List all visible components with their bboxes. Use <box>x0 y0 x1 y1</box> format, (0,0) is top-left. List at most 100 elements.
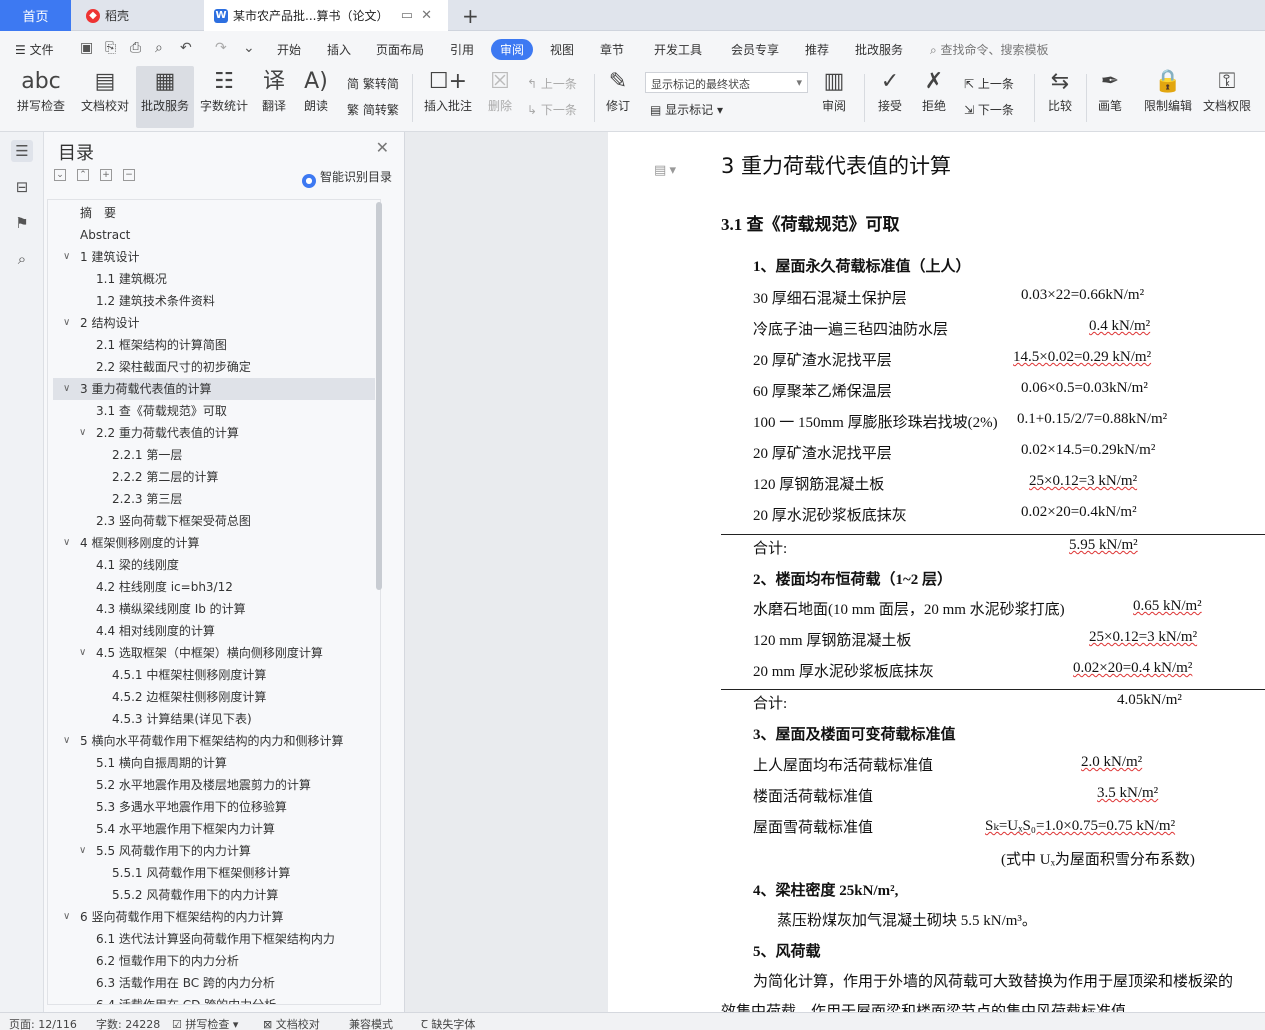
menu-recommend[interactable]: 推荐 <box>805 41 829 58</box>
toc-item[interactable]: 3.1 查《荷载规范》可取 <box>53 400 375 422</box>
status-doc-proof[interactable]: ⊠ 文档校对 <box>263 1016 320 1030</box>
toc-item[interactable]: 2.3 竖向荷载下框架受荷总图 <box>53 510 375 532</box>
menu-insert[interactable]: 插入 <box>327 41 351 58</box>
toc-item[interactable]: 6.1 迭代法计算竖向荷载作用下框架结构内力 <box>53 928 375 950</box>
toc-item[interactable]: Abstract <box>53 224 375 246</box>
redo-icon[interactable]: ↷ <box>215 40 227 56</box>
toc-item[interactable]: 1.2 建筑技术条件资料 <box>53 290 375 312</box>
doc-permission-button[interactable]: ⚿ 文档权限 <box>1200 66 1254 128</box>
smart-toc-button[interactable]: ● 智能识别目录 <box>302 168 392 188</box>
accept-button[interactable]: ✓ 接受 <box>870 66 910 128</box>
chevron-down-icon[interactable]: ∨ <box>63 730 70 752</box>
delete-comment-button[interactable]: ☒ 删除 <box>480 66 520 128</box>
next-comment-button[interactable]: ↳ 下一条 <box>527 101 577 118</box>
menu-correction[interactable]: 批改服务 <box>855 41 903 58</box>
bookmark-icon[interactable]: ⚑ <box>11 212 33 234</box>
close-icon[interactable]: ✕ <box>376 138 389 157</box>
prev-comment-button[interactable]: ↰ 上一条 <box>527 75 577 92</box>
undo-icon[interactable]: ↶ <box>180 40 192 56</box>
menu-member[interactable]: 会员专享 <box>731 41 779 58</box>
close-icon[interactable]: ✕ <box>421 8 440 23</box>
markup-state-select[interactable]: 显示标记的最终状态 ▾ <box>645 72 808 93</box>
export-icon[interactable]: ⎘ <box>105 40 116 56</box>
toc-item[interactable]: ∨ 2.2 重力荷载代表值的计算 <box>53 422 375 444</box>
preview-icon[interactable]: ⌕ <box>155 40 163 56</box>
toc-item[interactable]: ∨ 2 结构设计 <box>53 312 375 334</box>
word-count-indicator[interactable]: 字数: 24228 <box>96 1016 160 1030</box>
command-search[interactable]: ⌕ 查找命令、搜索模板 <box>930 41 1049 58</box>
toc-item[interactable]: 摘 要 <box>53 202 375 224</box>
toc-item[interactable]: ∨ 4 框架侧移刚度的计算 <box>53 532 375 554</box>
chevron-down-icon[interactable]: ∨ <box>63 246 70 268</box>
toc-item[interactable]: ∨ 6 竖向荷载作用下框架结构的内力计算 <box>53 906 375 928</box>
toc-item[interactable]: ∨ 5 横向水平荷载作用下框架结构的内力和侧移计算 <box>53 730 375 752</box>
page-tools-icon[interactable]: ▤ ▾ <box>654 162 676 178</box>
tab-daoke[interactable]: ◆ 稻壳 <box>76 0 198 31</box>
menu-dev-tools[interactable]: 开发工具 <box>654 41 702 58</box>
track-changes-button[interactable]: ✎ 修订 <box>600 66 636 128</box>
toc-item[interactable]: ∨ 5.5 风荷载作用下的内力计算 <box>53 840 375 862</box>
doc-proof-button[interactable]: ▤ 文档校对 <box>78 66 132 128</box>
page-indicator[interactable]: 页面: 12/116 <box>9 1016 77 1030</box>
toc-item[interactable]: 6.2 恒载作用下的内力分析 <box>53 950 375 972</box>
toc-item[interactable]: ∨ 1 建筑设计 <box>53 246 375 268</box>
tab-document[interactable]: W 某市农产品批...算书（论文） ▭✕ <box>204 0 448 31</box>
prev-change-button[interactable]: ⇱ 上一条 <box>964 75 1014 92</box>
add-heading-icon[interactable]: + <box>100 169 112 181</box>
toc-scrollbar[interactable] <box>376 202 382 590</box>
restrict-editing-button[interactable]: 🔒 限制编辑 <box>1140 66 1196 128</box>
new-tab-button[interactable]: + <box>462 4 479 28</box>
document-page[interactable]: ▤ ▾ 3 重力荷载代表值的计算 3.1 查《荷载规范》可取 1、屋面永久荷载标… <box>608 132 1265 1020</box>
simp-to-trad-button[interactable]: 繁 简转繁 <box>347 101 399 118</box>
toc-item[interactable]: 2.2.1 第一层 <box>53 444 375 466</box>
toc-item[interactable]: 5.1 横向自振周期的计算 <box>53 752 375 774</box>
toc-item[interactable]: 4.5.3 计算结果(详见下表) <box>53 708 375 730</box>
toc-item[interactable]: 6.4 活载作用在 CD 跨的内力分析 <box>53 994 375 1004</box>
compare-button[interactable]: ⇆ 比较 <box>1040 66 1080 128</box>
chevron-down-icon[interactable]: ∨ <box>79 642 86 664</box>
toc-item[interactable]: 4.5.2 边框架柱侧移刚度计算 <box>53 686 375 708</box>
toc-icon[interactable]: ☰ <box>11 140 33 162</box>
chevron-down-icon[interactable]: ∨ <box>63 906 70 928</box>
translate-button[interactable]: 译翻译 <box>256 66 292 128</box>
menu-review[interactable]: 审阅 <box>491 39 534 60</box>
chevron-down-icon[interactable]: ∨ <box>63 312 70 334</box>
tab-home[interactable]: 首页 <box>0 0 71 31</box>
toc-item[interactable]: ∨ 4.5 选取框架（中框架）横向侧移刚度计算 <box>53 642 375 664</box>
toc-item[interactable]: 2.2.3 第三层 <box>53 488 375 510</box>
toc-item[interactable]: 1.1 建筑概况 <box>53 268 375 290</box>
chevron-down-icon[interactable]: ∨ <box>79 422 86 444</box>
correction-service-button[interactable]: ▦ 批改服务 <box>136 66 194 128</box>
next-change-button[interactable]: ⇲ 下一条 <box>964 101 1014 118</box>
insert-comment-button[interactable]: ☐+ 插入批注 <box>420 66 476 128</box>
toc-item[interactable]: 2.2 梁柱截面尺寸的初步确定 <box>53 356 375 378</box>
toc-item[interactable]: ∨ 3 重力荷载代表值的计算 <box>53 378 375 400</box>
toc-item[interactable]: 5.2 水平地震作用及楼层地震剪力的计算 <box>53 774 375 796</box>
toc-item[interactable]: 2.2.2 第二层的计算 <box>53 466 375 488</box>
menu-layout[interactable]: 页面布局 <box>376 41 424 58</box>
toc-item[interactable]: 5.4 水平地震作用下框架内力计算 <box>53 818 375 840</box>
chevron-down-icon[interactable]: ∨ <box>63 532 70 554</box>
word-count-button[interactable]: ☷ 字数统计 <box>198 66 250 128</box>
review-pane-button[interactable]: ▥ 审阅 <box>816 66 852 128</box>
menu-section[interactable]: 章节 <box>600 41 624 58</box>
save-icon[interactable]: ▣ <box>80 40 93 56</box>
toc-item[interactable]: 4.1 梁的线刚度 <box>53 554 375 576</box>
read-aloud-button[interactable]: A) 朗读 <box>298 66 334 128</box>
toc-item[interactable]: 2.1 框架结构的计算简图 <box>53 334 375 356</box>
toc-item[interactable]: 5.3 多遇水平地震作用下的位移验算 <box>53 796 375 818</box>
toc-item[interactable]: 5.5.2 风荷载作用下的内力计算 <box>53 884 375 906</box>
more-icon[interactable]: ⌄ <box>243 40 255 56</box>
search-icon[interactable]: ⌕ <box>11 248 33 270</box>
toc-item[interactable]: 4.4 相对线刚度的计算 <box>53 620 375 642</box>
print-icon[interactable]: ⎙ <box>130 40 141 56</box>
menu-start[interactable]: 开始 <box>277 41 301 58</box>
chevron-down-icon[interactable]: ∨ <box>79 840 86 862</box>
pen-button[interactable]: ✒ 画笔 <box>1092 66 1128 128</box>
reject-button[interactable]: ✗ 拒绝 <box>914 66 954 128</box>
toc-item[interactable]: 4.2 柱线刚度 ic=bh3/12 <box>53 576 375 598</box>
remove-heading-icon[interactable]: − <box>123 169 135 181</box>
trad-to-simp-button[interactable]: 简 繁转简 <box>347 75 399 92</box>
spell-check-button[interactable]: abc 拼写检查 <box>10 66 72 128</box>
expand-all-icon[interactable]: ⌄ <box>54 169 66 181</box>
